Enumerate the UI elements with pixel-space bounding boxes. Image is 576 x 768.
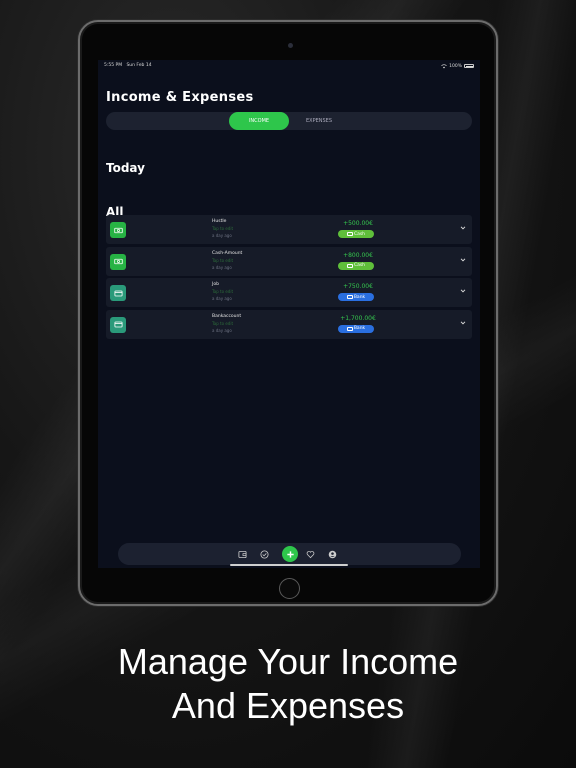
entry-subtitle: Tap to edit <box>212 257 234 263</box>
list-item[interactable]: Job Tap to edit a day ago +750.00€ Bank <box>106 278 472 307</box>
entry-name: Bankaccount <box>212 313 242 319</box>
entry-time: a day ago <box>212 296 232 301</box>
card-icon <box>110 316 126 333</box>
cash-icon <box>110 222 126 238</box>
chevron-down-icon[interactable] <box>459 224 467 232</box>
status-bar: 5:55 PM Sun Feb 14 100% <box>98 60 480 72</box>
transactions-list: Hustle Tap to edit a day ago +500.00€ Ca… <box>106 215 472 341</box>
payment-method-label: Cash <box>353 263 366 268</box>
payment-method-badge: Cash <box>338 230 374 238</box>
entry-amount: +750.00€ <box>343 283 373 290</box>
card-icon <box>346 326 353 331</box>
tablet-device-frame: 5:55 PM Sun Feb 14 100% Income & Expense… <box>78 20 498 606</box>
payment-method-badge: Bank <box>338 324 374 333</box>
payment-method-label: Cash <box>353 231 366 237</box>
tagline-line-1: Manage Your Income <box>117 641 459 682</box>
status-time: 5:55 PM <box>104 63 123 68</box>
entry-name: Job <box>212 282 219 287</box>
entry-name: Hustle <box>212 219 227 224</box>
entry-subtitle: Tap to edit <box>212 289 234 294</box>
income-expenses-toggle: INCOME EXPENSES <box>106 112 472 130</box>
entry-time: a day ago <box>212 233 232 238</box>
entry-subtitle: Tap to edit <box>212 320 234 326</box>
entry-name: Cash-Amount <box>212 250 243 256</box>
entry-amount: +800.00€ <box>343 251 373 259</box>
card-icon <box>346 295 353 299</box>
tab-expenses[interactable]: EXPENSES <box>289 112 349 130</box>
list-item[interactable]: Cash-Amount Tap to edit a day ago +800.0… <box>106 246 472 276</box>
home-indicator <box>230 564 348 566</box>
section-today: Today <box>106 161 145 175</box>
tab-income[interactable]: INCOME <box>229 112 289 130</box>
chevron-down-icon[interactable] <box>459 319 467 327</box>
cash-icon <box>346 263 353 268</box>
wallet-icon[interactable] <box>236 548 248 560</box>
battery-level: 100% <box>449 63 462 69</box>
entry-time: a day ago <box>212 264 232 270</box>
entry-amount: +500.00€ <box>343 220 373 227</box>
card-icon <box>110 285 126 301</box>
battery-icon <box>464 64 474 68</box>
tagline-line-2: And Expenses <box>171 685 405 726</box>
status-date: Sun Feb 14 <box>126 63 152 68</box>
payment-method-badge: Cash <box>338 261 374 270</box>
payment-method-label: Bank <box>353 326 366 331</box>
list-item[interactable]: Bankaccount Tap to edit a day ago +1,700… <box>106 309 472 339</box>
add-icon[interactable] <box>282 546 298 562</box>
promo-tagline: Manage Your Income And Expenses <box>0 640 576 728</box>
list-item[interactable]: Hustle Tap to edit a day ago +500.00€ Ca… <box>106 215 472 244</box>
chevron-down-icon[interactable] <box>459 256 467 264</box>
check-circle-icon[interactable] <box>258 548 270 560</box>
chevron-down-icon[interactable] <box>459 287 467 295</box>
home-button[interactable] <box>279 578 300 599</box>
page-title: Income & Expenses <box>106 90 254 105</box>
payment-method-badge: Bank <box>338 293 374 301</box>
entry-amount: +1,700.00€ <box>340 314 376 322</box>
heart-icon[interactable] <box>304 548 316 560</box>
camera-icon <box>288 43 293 48</box>
payment-method-label: Bank <box>353 294 366 300</box>
cash-icon <box>346 232 353 236</box>
wifi-icon <box>441 63 447 68</box>
entry-subtitle: Tap to edit <box>212 226 234 231</box>
profile-icon[interactable] <box>326 548 338 560</box>
cash-icon <box>110 253 126 270</box>
app-screen: 5:55 PM Sun Feb 14 100% Income & Expense… <box>98 60 480 568</box>
entry-time: a day ago <box>212 327 232 333</box>
bottom-nav <box>118 543 461 565</box>
